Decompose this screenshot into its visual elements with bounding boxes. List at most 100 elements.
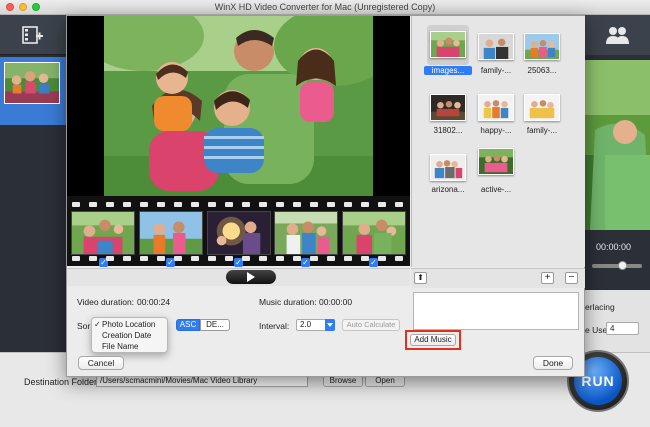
image-label[interactable]: active-... — [472, 185, 520, 194]
music-duration-value: 00:00:00 — [319, 297, 353, 307]
film-sprocket-hole — [276, 256, 284, 261]
music-duration-label: Music duration: — [259, 297, 317, 307]
video-duration-value: 00:00:24 — [137, 297, 171, 307]
film-sprocket-hole — [106, 202, 114, 207]
preview-image — [585, 60, 650, 230]
add-item-button[interactable]: + — [541, 272, 554, 284]
film-frame[interactable] — [139, 211, 203, 255]
image-label[interactable]: family-... — [472, 66, 520, 75]
film-sprocket-hole — [242, 256, 250, 261]
film-sprocket-hole — [361, 202, 369, 207]
chevron-down-icon[interactable] — [325, 319, 335, 331]
destination-folder-label: Destination Folder: — [24, 377, 100, 387]
checkmark-icon: ✓ — [94, 320, 101, 329]
image-thumbnail[interactable] — [430, 94, 466, 121]
film-sprocket-hole — [191, 202, 199, 207]
video-duration-label: Video duration: — [77, 297, 135, 307]
image-thumbnail[interactable] — [430, 31, 466, 58]
add-video-icon[interactable] — [22, 25, 44, 45]
interval-label: Interval: — [259, 321, 290, 331]
volume-knob[interactable] — [618, 261, 627, 270]
auto-calculate-button[interactable]: Auto Calculate — [342, 319, 400, 331]
film-sprocket-hole — [72, 256, 80, 261]
film-sprocket-hole — [225, 256, 233, 261]
film-sprocket-hole — [293, 256, 301, 261]
film-sprocket-hole — [157, 256, 165, 261]
frame-checkbox[interactable]: ✓ — [301, 258, 310, 267]
remove-item-button[interactable]: − — [565, 272, 578, 284]
film-sprocket-hole — [208, 202, 216, 207]
film-sprocket-hole — [327, 256, 335, 261]
image-thumbnail[interactable] — [524, 94, 560, 121]
image-thumbnail[interactable] — [524, 33, 560, 60]
image-thumbnail[interactable] — [478, 148, 514, 175]
image-thumbnail[interactable] — [430, 154, 466, 181]
film-sprocket-hole — [259, 202, 267, 207]
sort-label: Sor — [77, 321, 91, 331]
image-label[interactable]: arizona... — [424, 185, 472, 194]
sort-menu-item-photo-location[interactable]: Photo Location — [102, 320, 155, 329]
sort-menu-item-file-name[interactable]: File Name — [102, 342, 138, 351]
volume-slider[interactable] — [592, 264, 642, 268]
film-sprocket-hole — [140, 202, 148, 207]
image-label[interactable]: happy-... — [472, 126, 520, 135]
users-icon[interactable] — [604, 25, 630, 45]
film-sprocket-hole — [191, 256, 199, 261]
film-frame[interactable] — [342, 211, 406, 255]
film-sprocket-hole — [344, 202, 352, 207]
film-sprocket-hole — [106, 256, 114, 261]
film-sprocket-hole — [344, 256, 352, 261]
options-panel — [585, 290, 650, 352]
film-frame[interactable] — [71, 211, 135, 255]
film-sprocket-hole — [208, 256, 216, 261]
film-sprocket-hole — [174, 202, 182, 207]
image-label[interactable]: 25063... — [518, 66, 566, 75]
film-sprocket-hole — [395, 202, 403, 207]
image-thumbnail[interactable] — [478, 94, 514, 121]
folder-up-button[interactable]: ⬆ — [414, 272, 427, 284]
film-sprocket-hole — [123, 256, 131, 261]
film-frame[interactable] — [274, 211, 338, 255]
film-sprocket-hole — [259, 256, 267, 261]
film-sprocket-hole — [276, 202, 284, 207]
film-sprocket-hole — [157, 202, 165, 207]
film-sprocket-hole — [378, 256, 386, 261]
play-icon[interactable] — [247, 272, 255, 282]
window-title: WinX HD Video Converter for Mac (Unregis… — [214, 2, 436, 12]
title-bar: WinX HD Video Converter for Mac (Unregis… — [0, 0, 650, 15]
film-sprocket-hole — [123, 202, 131, 207]
frame-checkbox[interactable]: ✓ — [369, 258, 378, 267]
film-sprocket-hole — [310, 202, 318, 207]
main-photo-preview — [104, 16, 373, 196]
music-list[interactable] — [413, 292, 579, 330]
deinterlacing-label: erlacing — [585, 302, 615, 312]
image-label-selected[interactable]: images... — [424, 66, 472, 75]
film-sprocket-hole — [378, 202, 386, 207]
film-sprocket-hole — [242, 202, 250, 207]
sort-descending-button[interactable]: DE... — [200, 319, 230, 331]
image-label[interactable]: family-... — [518, 126, 566, 135]
film-sprocket-hole — [89, 202, 97, 207]
preview-time: 00:00:00 — [596, 242, 632, 252]
preview-controls — [585, 230, 650, 290]
cancel-button[interactable]: Cancel — [78, 356, 124, 370]
film-sprocket-hole — [327, 202, 335, 207]
cpu-use-select[interactable]: 4 — [606, 322, 639, 335]
film-sprocket-hole — [89, 256, 97, 261]
film-sprocket-hole — [225, 202, 233, 207]
film-sprocket-hole — [310, 256, 318, 261]
image-label[interactable]: 31802... — [424, 126, 472, 135]
film-sprocket-hole — [140, 256, 148, 261]
video-thumbnail — [4, 62, 60, 104]
add-music-button[interactable]: Add Music — [410, 334, 456, 346]
image-thumbnail[interactable] — [478, 33, 514, 60]
film-sprocket-hole — [72, 202, 80, 207]
film-sprocket-hole — [395, 256, 403, 261]
browser-toolbar — [411, 268, 585, 288]
film-sprocket-hole — [174, 256, 182, 261]
film-frame[interactable] — [207, 211, 271, 255]
sort-menu-item-creation-date[interactable]: Creation Date — [102, 331, 151, 340]
film-sprocket-hole — [361, 256, 369, 261]
sort-ascending-button[interactable]: ASC — [176, 319, 200, 331]
done-button[interactable]: Done — [533, 356, 573, 370]
